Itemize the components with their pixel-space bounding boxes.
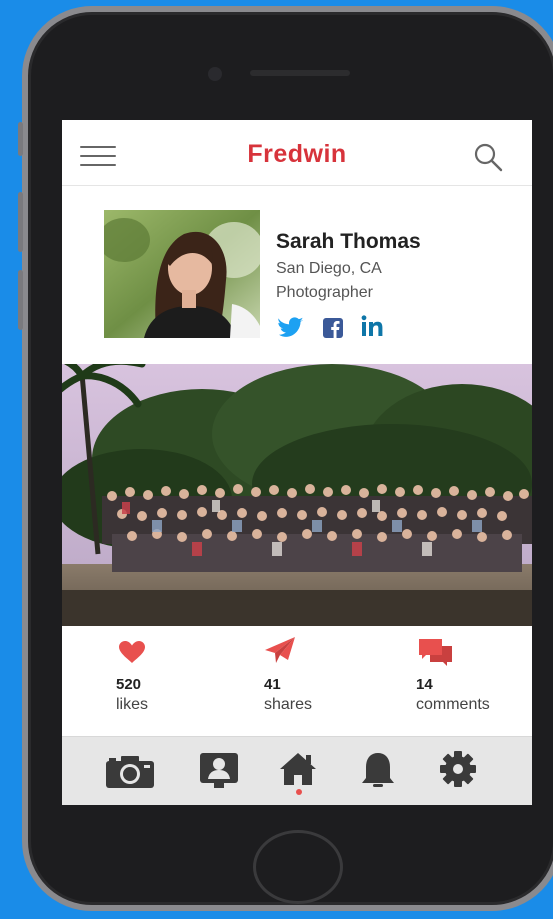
- front-camera: [208, 67, 222, 81]
- profile-location: San Diego, CA: [276, 260, 382, 277]
- active-tab-indicator: [296, 789, 302, 795]
- shares-count: 41: [264, 676, 281, 693]
- twitter-icon[interactable]: [278, 314, 304, 338]
- chat-bubbles-icon: [418, 638, 454, 671]
- profile-occupation: Photographer: [276, 284, 373, 301]
- bottom-tab-bar: [62, 736, 532, 805]
- profile-avatar[interactable]: [104, 210, 260, 338]
- volume-up-button: [18, 192, 23, 252]
- likes-count: 520: [116, 676, 142, 693]
- post-stats: 520 likes 41 shares 14 comments: [62, 626, 532, 734]
- gear-icon[interactable]: [436, 747, 480, 797]
- app-header: Fredwin: [62, 120, 532, 186]
- heart-icon: [118, 640, 146, 669]
- post-photo[interactable]: [62, 364, 532, 626]
- comments-count: 14: [416, 676, 433, 693]
- paper-plane-icon: [264, 636, 296, 669]
- linkedin-icon[interactable]: [360, 314, 386, 338]
- volume-down-button: [18, 270, 23, 330]
- mute-switch: [18, 122, 23, 156]
- camera-icon[interactable]: [104, 747, 156, 797]
- shares-stat[interactable]: 41 shares: [264, 626, 384, 734]
- likes-stat[interactable]: 520 likes: [116, 626, 236, 734]
- search-icon[interactable]: [472, 142, 504, 172]
- profile-name: Sarah Thomas: [276, 230, 421, 253]
- contact-icon[interactable]: [198, 747, 242, 797]
- earpiece-speaker: [250, 70, 350, 76]
- shares-label: shares: [264, 696, 313, 713]
- likes-label: likes: [116, 696, 149, 713]
- facebook-icon[interactable]: [322, 314, 344, 338]
- comments-stat[interactable]: 14 comments: [416, 626, 526, 734]
- app-title: Fredwin: [247, 140, 347, 168]
- comments-label: comments: [416, 696, 490, 713]
- app-screen: Fredwin Sarah Thomas San Diego, CA Photo…: [62, 120, 532, 805]
- profile-card: Sarah Thomas San Diego, CA Photographer: [62, 186, 532, 364]
- home-button[interactable]: [253, 830, 343, 904]
- bell-icon[interactable]: [358, 747, 398, 797]
- home-icon[interactable]: [276, 747, 320, 797]
